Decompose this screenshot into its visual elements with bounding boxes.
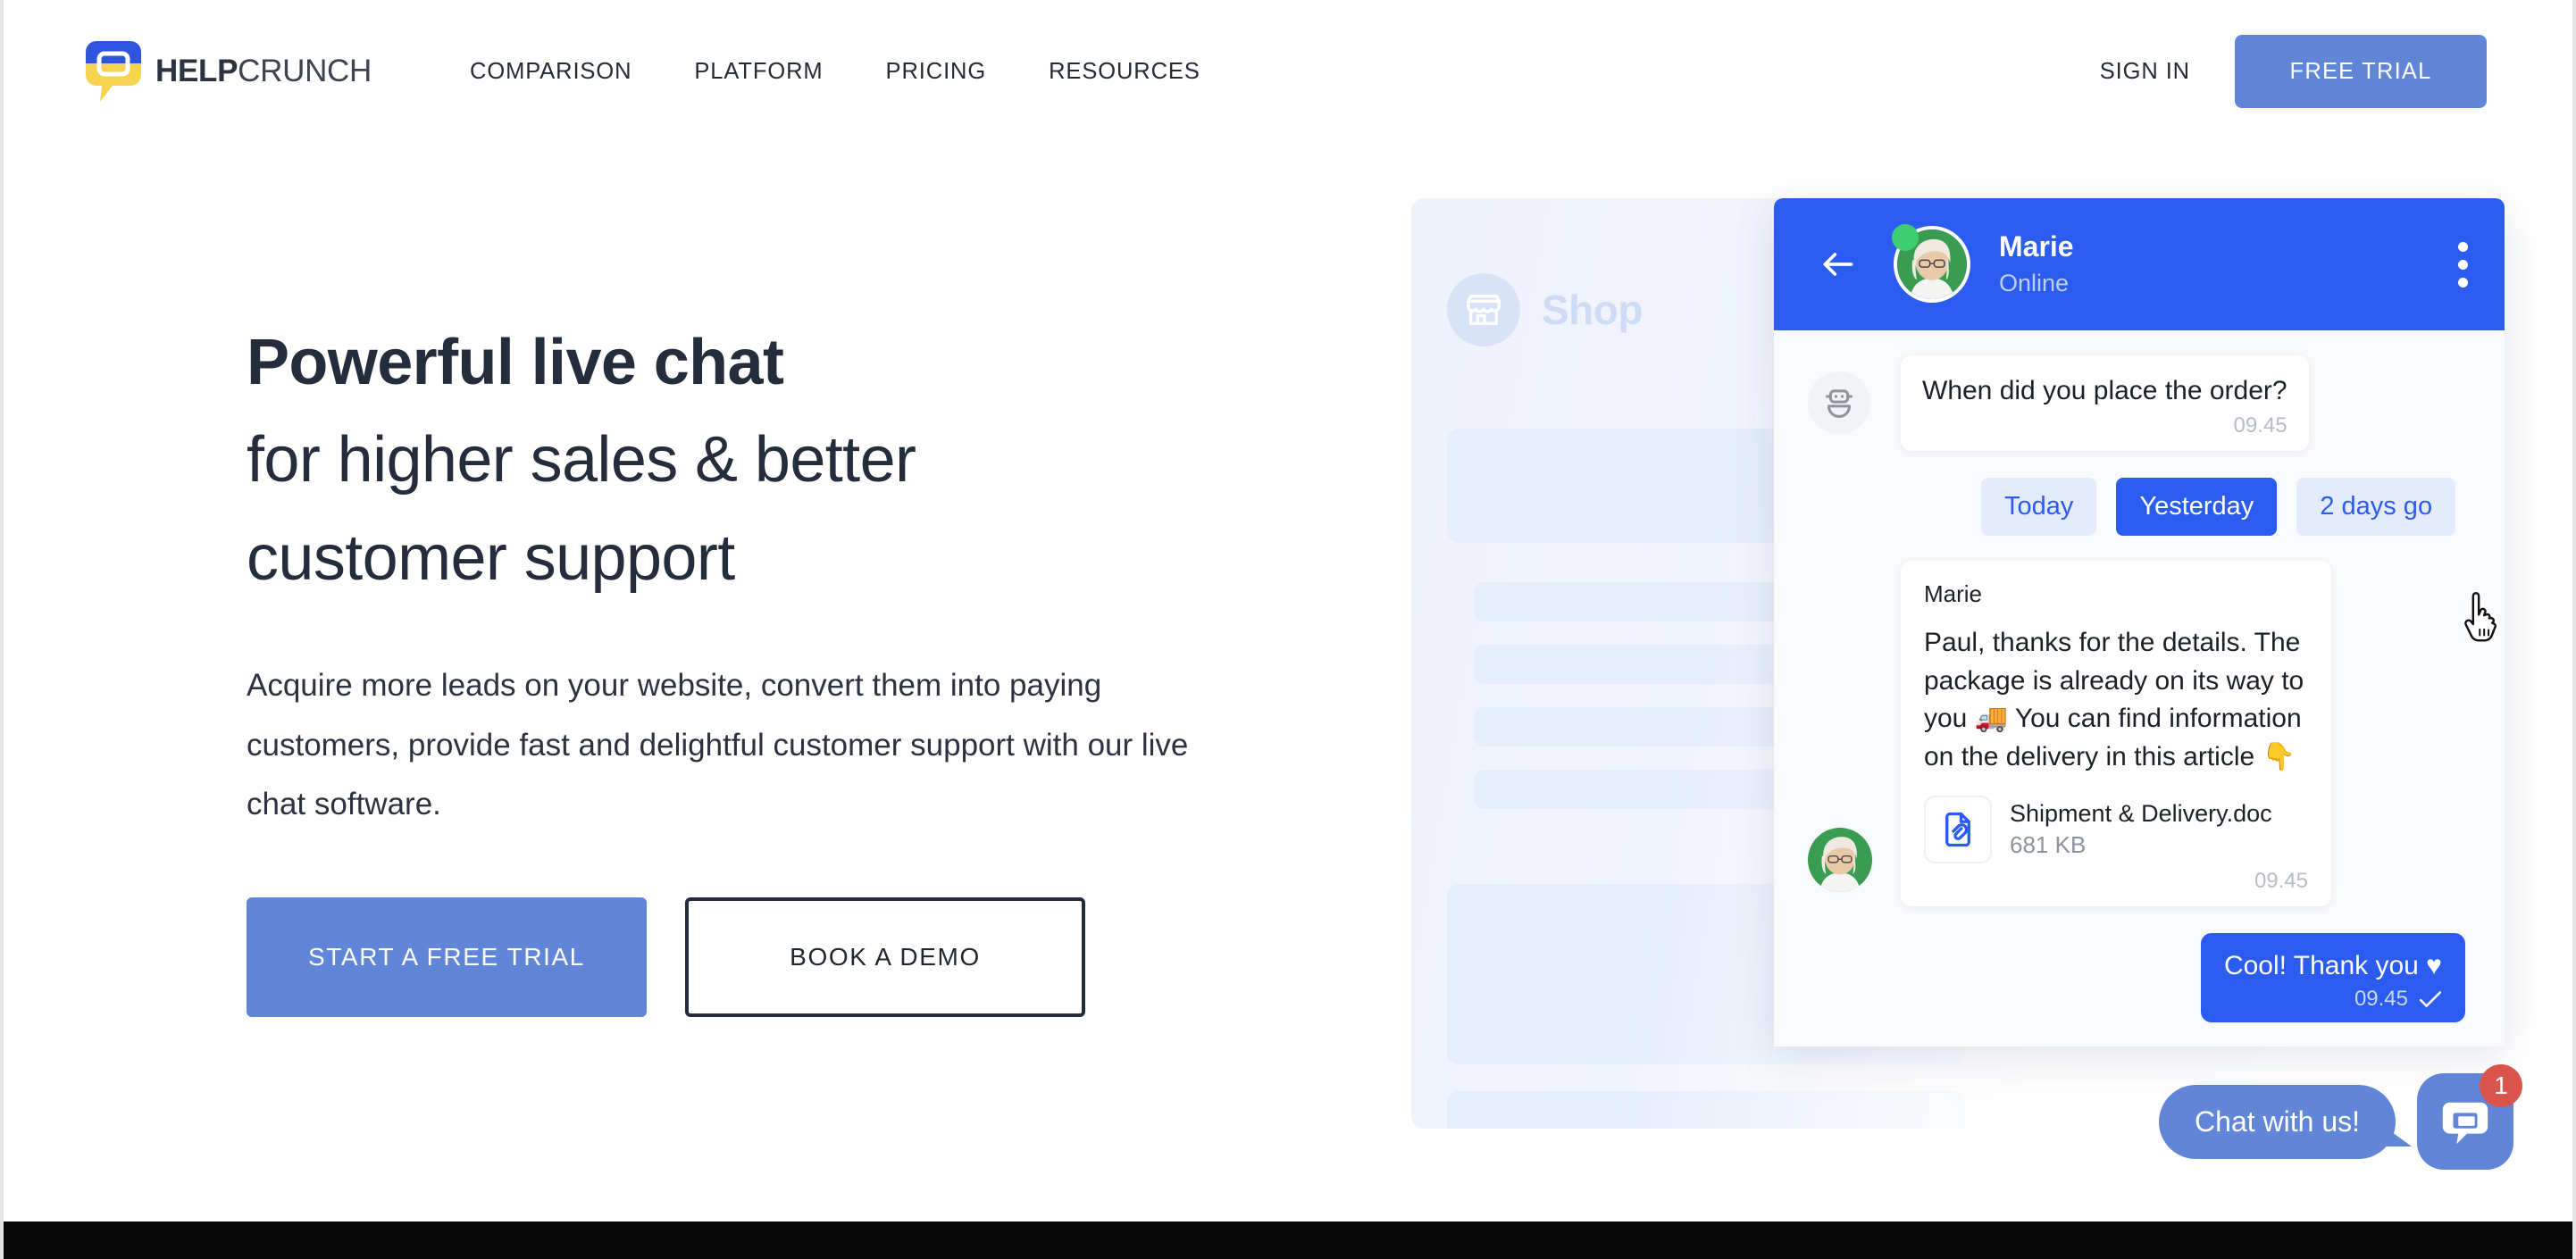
message-bubble-agent: Marie Paul, thanks for the details. The … [1901,561,2331,907]
book-demo-button[interactable]: BOOK A DEMO [685,896,1085,1017]
file-attachment[interactable]: Shipment & Delivery.doc 681 KB [1924,796,2308,864]
message-sender-label: Marie [1924,580,1983,607]
placeholder-card [1447,1091,1965,1129]
online-status-dot [1892,224,1919,251]
page-title: Powerful live chat for higher sales & be… [247,314,1318,607]
hero-title-line1: Powerful live chat [247,327,784,398]
robot-icon [1808,371,1870,434]
chat-launcher: Chat with us! 1 [2159,1064,2522,1170]
sign-in-link[interactable]: SIGN IN [2100,59,2190,85]
launcher-unread-badge: 1 [2480,1064,2522,1107]
agent-avatar-small [1808,828,1872,893]
back-arrow-icon[interactable] [1819,245,1858,284]
start-free-trial-button[interactable]: START A FREE TRIAL [247,896,647,1017]
message-text: When did you place the order? [1922,376,2287,405]
file-name: Shipment & Delivery.doc [2010,800,2272,828]
brand-name: HELPCRUNCH [155,54,372,89]
main-nav: COMPARISON PLATFORM PRICING RESOURCES [470,59,1200,85]
document-attachment-icon [1924,796,1992,864]
quick-reply-group: Today Yesterday 2 days go [1981,478,2497,642]
hero-section: Powerful live chat for higher sales & be… [247,314,1318,1017]
message-time: 09.45 [2233,413,2287,438]
quick-reply-yesterday[interactable]: Yesterday [2116,478,2278,536]
chat-widget-panel: Marie Online When did you place the orde… [1774,198,2505,1046]
chat-bubble-icon [2442,1102,2488,1145]
message-row-bot: When did you place the order? 09.45 [1808,355,2471,451]
bottom-edge-strip [4,1221,2572,1259]
launcher-button[interactable]: 1 [2417,1064,2522,1170]
agent-meta: Marie Online [1999,230,2074,298]
agent-name: Marie [1999,230,2074,263]
hero-title-line2: for higher sales & better [247,424,916,496]
message-meta: 09.45 [2224,987,2442,1012]
hero-title-line3: customer support [247,521,735,594]
shop-brand: Shop [1447,273,1643,346]
nav-item-comparison[interactable]: COMPARISON [470,59,631,85]
product-mockup: Shop Marie Online When did you place the… [1411,198,2505,1129]
nav-item-resources[interactable]: RESOURCES [1049,59,1200,85]
hero-subtitle: Acquire more leads on your website, conv… [247,668,1189,822]
nav-item-pricing[interactable]: PRICING [886,59,987,85]
delivered-check-icon [2419,990,2442,1007]
brand-logo-link[interactable]: HELPCRUNCH [86,41,372,102]
storefront-icon [1447,273,1520,346]
message-time: 09.45 [2354,986,2408,1011]
message-text: Cool! Thank you ♥ [2223,951,2442,981]
message-text: Paul, thanks for the details. The packag… [1924,628,2304,771]
agent-avatar-wrap [1892,224,1970,303]
brand-name-bold: HELP [155,54,238,88]
page-root: HELPCRUNCH COMPARISON PLATFORM PRICING R… [0,0,2576,1259]
agent-status: Online [1999,269,2070,296]
message-time: 09.45 [2254,869,2308,894]
hero-cta-group: START A FREE TRIAL BOOK A DEMO [247,896,1318,1017]
nav-item-platform[interactable]: PLATFORM [694,59,823,85]
message-bubble-bot: When did you place the order? 09.45 [1901,355,2309,451]
brand-name-light: CRUNCH [238,54,372,88]
quick-reply-today[interactable]: Today [1981,478,2097,536]
chat-message-list: When did you place the order? 09.45 Toda… [1774,330,2505,1046]
chat-header: Marie Online [1774,198,2505,330]
quick-reply-2-days-ago[interactable]: 2 days go [2296,478,2456,536]
header-actions: SIGN IN FREE TRIAL [2100,0,2487,143]
message-bubble-user: Cool! Thank you ♥ 09.45 [2200,933,2465,1022]
site-header: HELPCRUNCH COMPARISON PLATFORM PRICING R… [4,0,2572,143]
file-size: 681 KB [2010,831,2087,859]
message-row-agent: Marie Paul, thanks for the details. The … [1808,561,2471,907]
helpcrunch-chat-bubble-logo-icon [86,41,141,102]
kebab-menu-icon[interactable] [2458,241,2469,288]
free-trial-button[interactable]: FREE TRIAL [2235,35,2487,108]
message-row-user: Cool! Thank you ♥ 09.45 [1808,933,2471,1022]
shop-name: Shop [1542,287,1643,333]
launcher-tooltip[interactable]: Chat with us! [2159,1084,2412,1159]
